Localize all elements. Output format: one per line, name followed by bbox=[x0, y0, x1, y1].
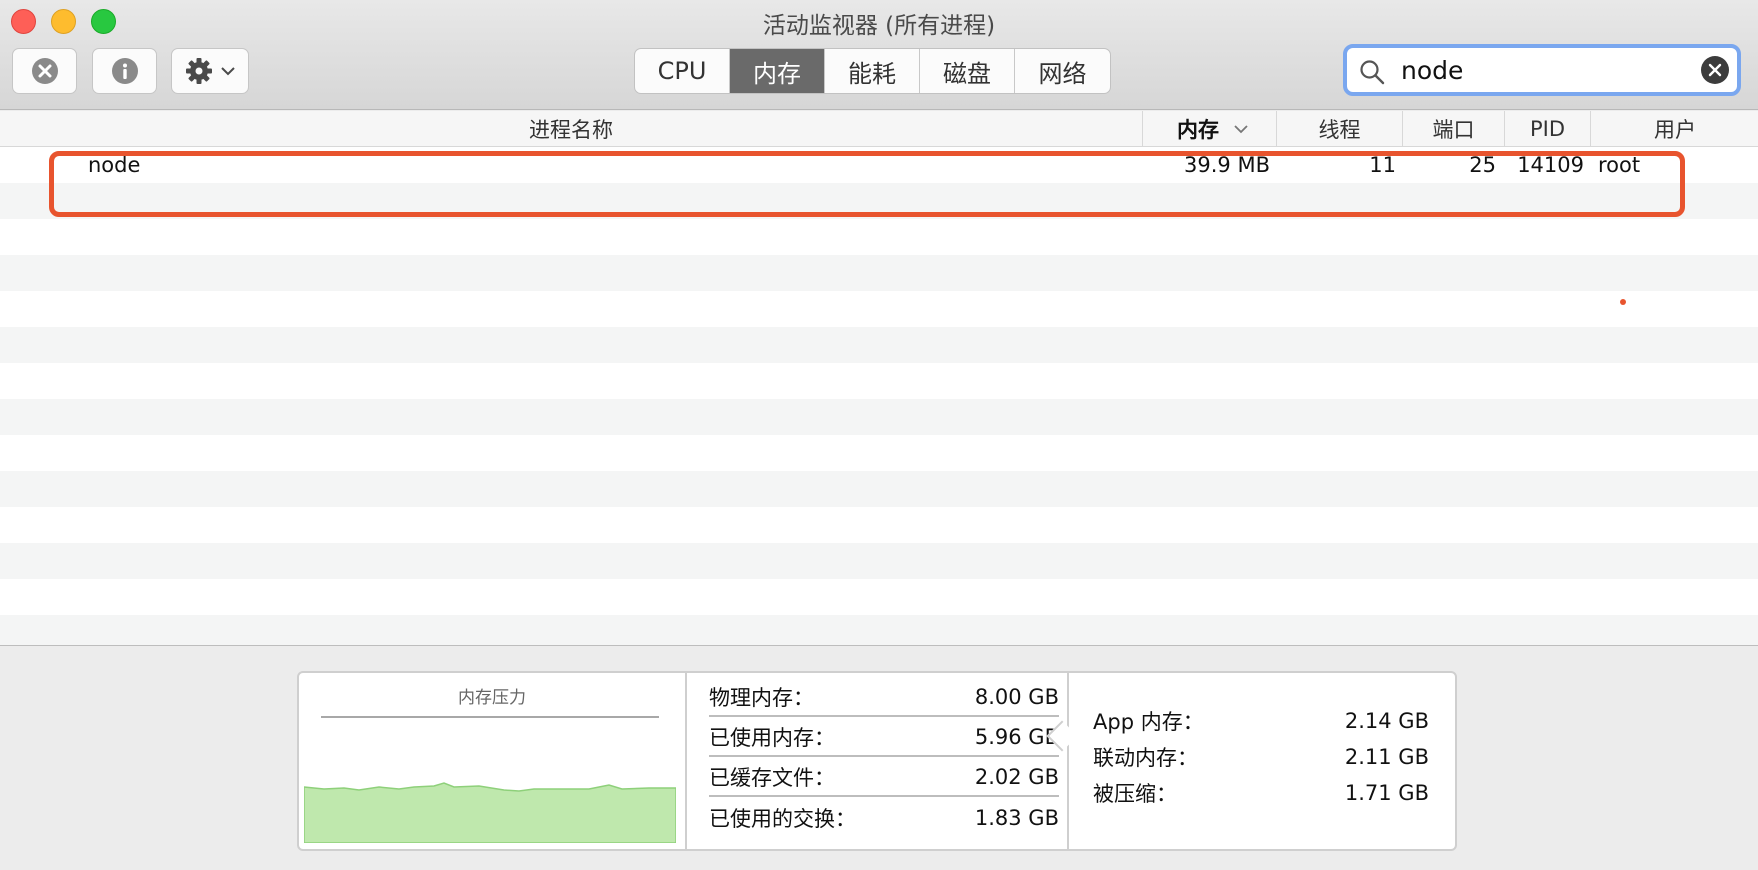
gear-icon bbox=[186, 58, 212, 84]
stop-x-icon bbox=[31, 58, 58, 84]
column-header-ports[interactable]: 端口 bbox=[1402, 111, 1504, 147]
tab-energy[interactable]: 能耗 bbox=[825, 49, 920, 93]
memory-summary-area: 内存压力 物理内存： 8.00 GB 已使用内存： 5.96 GB 已缓存文件：… bbox=[0, 645, 1758, 870]
tab-disk[interactable]: 磁盘 bbox=[920, 49, 1015, 93]
empty-row bbox=[0, 219, 1758, 255]
inspect-process-button[interactable] bbox=[92, 48, 157, 94]
tab-cpu[interactable]: CPU bbox=[635, 49, 730, 93]
stat-value: 8.00 GB bbox=[974, 685, 1059, 709]
process-user: root bbox=[1598, 153, 1641, 177]
action-menu-button[interactable] bbox=[171, 48, 249, 94]
column-header-name[interactable]: 进程名称 bbox=[0, 111, 1142, 147]
empty-row bbox=[0, 435, 1758, 471]
stat-label: 已使用内存： bbox=[709, 726, 835, 750]
column-header-pid[interactable]: PID bbox=[1504, 111, 1590, 147]
stat-cached-files: 已缓存文件： 2.02 GB bbox=[709, 759, 1059, 797]
column-header-user[interactable]: 用户 bbox=[1590, 111, 1758, 147]
stat-compressed: 被压缩： 1.71 GB bbox=[1093, 775, 1429, 811]
column-header-memory[interactable]: 内存 bbox=[1142, 111, 1276, 147]
window-title: 活动监视器 (所有进程) bbox=[762, 13, 996, 39]
stat-label: 物理内存： bbox=[709, 686, 814, 710]
memory-pressure-chart bbox=[304, 782, 676, 843]
stat-physical-memory: 物理内存： 8.00 GB bbox=[709, 679, 1059, 717]
column-header-pid-label: PID bbox=[1529, 117, 1566, 141]
table-row[interactable]: node 39.9 MB 11 25 14109 root bbox=[0, 147, 1758, 183]
column-header-memory-label: 内存 bbox=[1177, 118, 1219, 142]
empty-row bbox=[0, 471, 1758, 507]
process-threads: 11 bbox=[1369, 153, 1396, 177]
info-icon bbox=[111, 58, 138, 84]
memory-pressure-graph: 内存压力 bbox=[299, 673, 687, 849]
empty-row bbox=[0, 291, 1758, 327]
memory-stats-left: 物理内存： 8.00 GB 已使用内存： 5.96 GB 已缓存文件： 2.02… bbox=[689, 673, 1069, 849]
memory-stats-right: App 内存： 2.14 GB 联动内存： 2.11 GB 被压缩： 1.71 … bbox=[1071, 673, 1455, 849]
memory-summary-panel: 内存压力 物理内存： 8.00 GB 已使用内存： 5.96 GB 已缓存文件：… bbox=[297, 671, 1457, 851]
clear-search-button[interactable] bbox=[1701, 56, 1729, 84]
stat-value: 2.14 GB bbox=[1344, 709, 1429, 733]
empty-row bbox=[0, 183, 1758, 219]
stat-value: 2.11 GB bbox=[1344, 745, 1429, 769]
stat-value: 1.71 GB bbox=[1344, 781, 1429, 805]
annotation-dot bbox=[1620, 299, 1626, 305]
process-name: node bbox=[88, 153, 141, 177]
stat-label: 已使用的交换： bbox=[709, 807, 856, 831]
column-header-ports-label: 端口 bbox=[1432, 118, 1475, 142]
process-memory: 39.9 MB bbox=[1184, 153, 1270, 177]
empty-row bbox=[0, 615, 1758, 645]
empty-row bbox=[0, 327, 1758, 363]
empty-row bbox=[0, 363, 1758, 399]
empty-row bbox=[0, 399, 1758, 435]
memory-pressure-area bbox=[304, 782, 676, 843]
stat-swap-used: 已使用的交换： 1.83 GB bbox=[709, 799, 1059, 837]
toolbar: 活动监视器 (所有进程) CPU 内存 能耗 磁盘 网络 node bbox=[0, 0, 1758, 110]
tab-network[interactable]: 网络 bbox=[1015, 49, 1110, 93]
search-field[interactable] bbox=[1343, 44, 1741, 96]
stat-value: 1.83 GB bbox=[974, 806, 1059, 830]
memory-pressure-title: 内存压力 bbox=[458, 688, 526, 708]
tab-bar: CPU 内存 能耗 磁盘 网络 bbox=[634, 48, 1111, 94]
stat-value: 2.02 GB bbox=[974, 765, 1059, 789]
stat-memory-used: 已使用内存： 5.96 GB bbox=[709, 719, 1059, 757]
empty-row bbox=[0, 579, 1758, 615]
empty-row bbox=[0, 543, 1758, 579]
tab-memory[interactable]: 内存 bbox=[730, 49, 825, 93]
stat-label: 被压缩： bbox=[1093, 782, 1177, 806]
stat-label: App 内存： bbox=[1093, 710, 1204, 734]
process-pid: 14109 bbox=[1517, 153, 1584, 177]
sort-descending-icon bbox=[1234, 125, 1248, 134]
stat-label: 联动内存： bbox=[1093, 746, 1198, 770]
column-header-user-label: 用户 bbox=[1654, 118, 1696, 142]
empty-row bbox=[0, 255, 1758, 291]
process-ports: 25 bbox=[1469, 153, 1496, 177]
quit-process-button[interactable] bbox=[12, 48, 77, 94]
stat-label: 已缓存文件： bbox=[709, 766, 835, 790]
empty-row bbox=[0, 507, 1758, 543]
column-header-threads[interactable]: 线程 bbox=[1276, 111, 1402, 147]
column-header-threads-label: 线程 bbox=[1318, 118, 1361, 142]
stat-value: 5.96 GB bbox=[974, 725, 1059, 749]
table-header: 进程名称 内存 线程 端口 PID 用户 bbox=[0, 111, 1758, 147]
search-icon bbox=[1360, 60, 1385, 85]
search-input[interactable] bbox=[1401, 52, 1681, 88]
clear-icon bbox=[1708, 63, 1722, 77]
process-table: node 39.9 MB 11 25 14109 root bbox=[0, 147, 1758, 645]
stat-app-memory: App 内存： 2.14 GB bbox=[1093, 703, 1429, 739]
chevron-down-icon bbox=[221, 67, 235, 76]
column-header-name-label: 进程名称 bbox=[529, 118, 613, 142]
stat-wired-memory: 联动内存： 2.11 GB bbox=[1093, 739, 1429, 775]
memory-pressure-divider bbox=[321, 716, 659, 718]
